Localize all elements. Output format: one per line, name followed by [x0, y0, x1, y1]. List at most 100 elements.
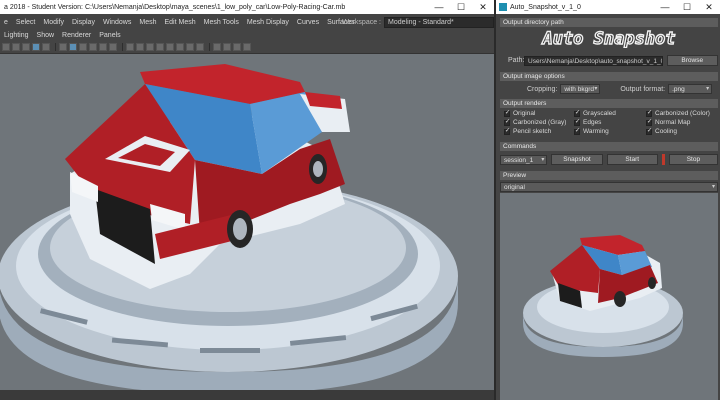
checkbox-check-icon	[574, 118, 580, 126]
render-original-checkbox[interactable]: Original	[504, 109, 535, 117]
motion-blur-icon[interactable]	[176, 43, 184, 51]
checkbox-check-icon	[646, 118, 652, 126]
checkbox-label: Grayscaled	[583, 110, 616, 117]
wireframe-on-shaded-icon[interactable]	[79, 43, 87, 51]
start-button[interactable]: Start	[606, 154, 658, 165]
render-cooling-checkbox[interactable]: Cooling	[646, 127, 678, 135]
xray-joints-icon[interactable]	[136, 43, 144, 51]
auto-snapshot-window: Auto_Snapshot_v_1_0 — ☐ ✕ Output directo…	[494, 0, 720, 400]
checkbox-check-icon	[646, 109, 652, 117]
safe-action-icon[interactable]	[243, 43, 251, 51]
menu-modify[interactable]: Modify	[39, 19, 68, 26]
checkbox-label: Cooling	[655, 128, 678, 135]
lights-icon[interactable]	[99, 43, 107, 51]
menu-show[interactable]: Show	[33, 32, 59, 39]
isolate-icon[interactable]	[156, 43, 164, 51]
scene-render	[0, 64, 458, 390]
render-carbonized-gray-checkbox[interactable]: Carbonized (Gray)	[504, 118, 567, 126]
menu-mesh-display[interactable]: Mesh Display	[243, 19, 293, 26]
cropping-dropdown[interactable]: with bkgrd	[560, 84, 601, 94]
path-field[interactable]: Users\Nemanja\Desktop\auto_snapshot_v_1_…	[524, 55, 663, 66]
checkbox-label: Carbonized (Gray)	[513, 119, 567, 126]
menu-display[interactable]: Display	[68, 19, 99, 26]
maya-window-controls: — ☐ ✕	[428, 0, 494, 14]
smooth-shade-icon[interactable]	[69, 43, 77, 51]
viewport-menubar: Lighting Show Renderer Panels	[0, 30, 494, 41]
workspace-dropdown[interactable]: Modeling - Standard*	[384, 17, 494, 28]
maximize-icon[interactable]: ☐	[676, 0, 698, 14]
checkbox-label: Warming	[583, 128, 609, 135]
menu-mesh-tools[interactable]: Mesh Tools	[200, 19, 243, 26]
maya-window: a 2018 - Student Version: C:\Users\Neman…	[0, 0, 494, 400]
shadows-icon[interactable]	[109, 43, 117, 51]
output-renders-header[interactable]: Output renders	[500, 99, 718, 108]
select-camera-icon[interactable]	[32, 43, 40, 51]
stop-button[interactable]: Stop	[668, 154, 718, 165]
backface-icon[interactable]	[146, 43, 154, 51]
resolution-gate-icon[interactable]	[213, 43, 221, 51]
close-icon[interactable]: ✕	[472, 0, 494, 14]
format-dropdown[interactable]: .png	[668, 84, 713, 94]
snapshot-title: Auto_Snapshot_v_1_0	[510, 3, 581, 11]
checkbox-check-icon	[646, 127, 652, 135]
path-label: Path:	[508, 57, 525, 64]
checkbox-check-icon	[504, 127, 510, 135]
snapshot-button[interactable]: Snapshot	[551, 154, 603, 165]
workspace-selector: Workspace : Modeling - Standard*	[342, 16, 494, 29]
checkbox-label: Pencil sketch	[513, 128, 552, 135]
menu-lighting[interactable]: Lighting	[0, 32, 33, 39]
gate-mask-icon[interactable]	[223, 43, 231, 51]
menu-select[interactable]: Select	[12, 19, 39, 26]
menu-curves[interactable]: Curves	[293, 19, 323, 26]
browse-button[interactable]: Browse	[666, 55, 718, 66]
maya-titlebar: a 2018 - Student Version: C:\Users\Neman…	[0, 0, 494, 14]
render-normal-map-checkbox[interactable]: Normal Map	[646, 118, 691, 126]
toolbar-separator	[122, 43, 123, 51]
preview-selector-row: original	[500, 182, 718, 192]
render-warming-checkbox[interactable]: Warming	[574, 127, 609, 135]
field-chart-icon[interactable]	[233, 43, 241, 51]
minimize-icon[interactable]: —	[654, 0, 676, 14]
render-carbonized-color-checkbox[interactable]: Carbonized (Color)	[646, 109, 710, 117]
depth-of-field-icon[interactable]	[196, 43, 204, 51]
checkbox-check-icon	[504, 118, 510, 126]
3d-viewport[interactable]	[0, 54, 494, 390]
viewport-scrollbar[interactable]	[0, 390, 494, 400]
checkbox-label: Normal Map	[655, 119, 691, 126]
textured-icon[interactable]	[89, 43, 97, 51]
menu-edit-mesh[interactable]: Edit Mesh	[160, 19, 199, 26]
ambient-occlusion-icon[interactable]	[166, 43, 174, 51]
image-options-header[interactable]: Output image options	[500, 72, 718, 81]
maya-app-icon	[499, 3, 507, 11]
maya-title: a 2018 - Student Version: C:\Users\Neman…	[4, 3, 346, 11]
render-edges-checkbox[interactable]: Edges	[574, 118, 601, 126]
minimize-icon[interactable]: —	[428, 0, 450, 14]
image-plane-icon[interactable]	[42, 43, 50, 51]
workspace-label: Workspace :	[342, 19, 381, 26]
menu-panels[interactable]: Panels	[95, 32, 124, 39]
antialias-icon[interactable]	[186, 43, 194, 51]
maximize-icon[interactable]: ☐	[450, 0, 472, 14]
wireframe-icon[interactable]	[59, 43, 67, 51]
logo-text: Auto Snapshot	[541, 29, 675, 48]
render-pencil-sketch-checkbox[interactable]: Pencil sketch	[504, 127, 552, 135]
menu-renderer[interactable]: Renderer	[58, 32, 95, 39]
render-grayscaled-checkbox[interactable]: Grayscaled	[574, 109, 616, 117]
session-dropdown[interactable]: session_1	[500, 154, 548, 165]
bookmark-icon[interactable]	[22, 43, 30, 51]
preview-render	[523, 235, 683, 357]
commands-header[interactable]: Commands	[500, 142, 718, 151]
preview-header[interactable]: Preview	[500, 171, 718, 180]
menu-windows[interactable]: Windows	[99, 19, 135, 26]
checkbox-check-icon	[504, 109, 510, 117]
close-icon[interactable]: ✕	[698, 0, 720, 14]
preview-dropdown[interactable]: original	[500, 182, 718, 192]
output-directory-header[interactable]: Output directory path	[500, 18, 718, 27]
grid-icon[interactable]	[12, 43, 20, 51]
camera-icon[interactable]	[2, 43, 10, 51]
menu-edit[interactable]: e	[0, 19, 12, 26]
menu-mesh[interactable]: Mesh	[135, 19, 160, 26]
xray-icon[interactable]	[126, 43, 134, 51]
snapshot-window-controls: — ☐ ✕	[654, 0, 720, 14]
cropping-label: Cropping:	[527, 85, 558, 93]
